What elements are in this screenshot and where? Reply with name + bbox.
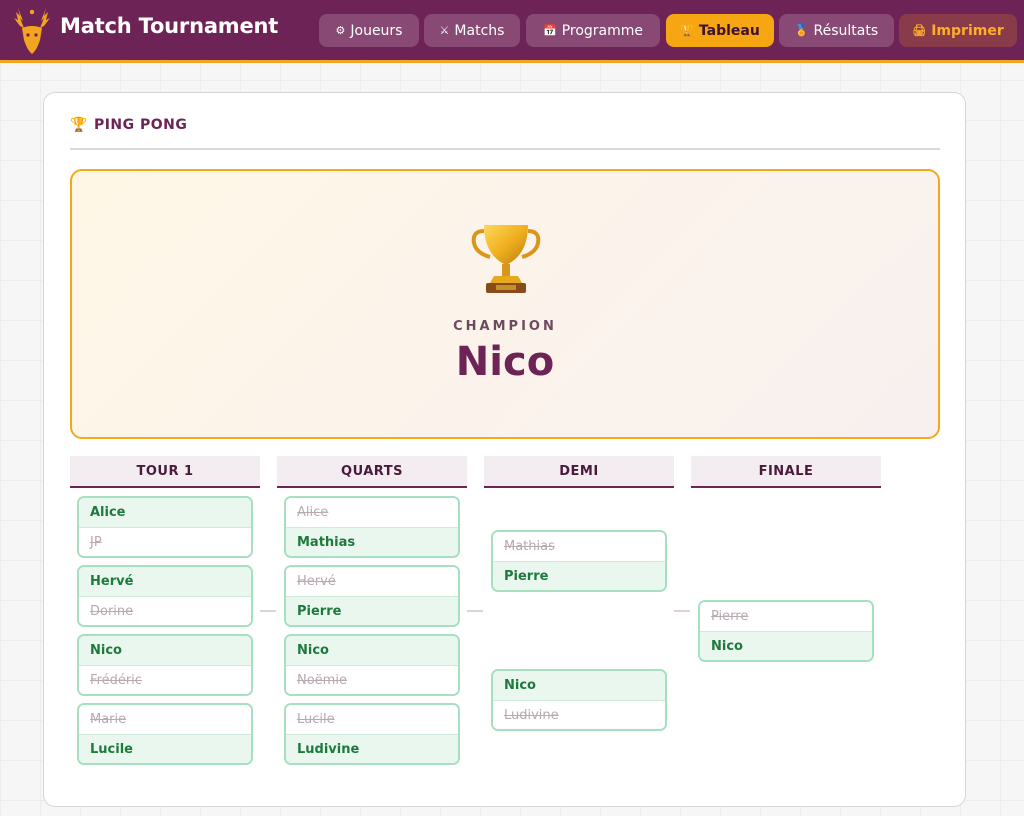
match-card: Pierre Nico [698,600,874,662]
player-slot: Lucile [79,734,251,763]
nav-label: Matchs [454,22,505,39]
match-card: Mathias Pierre [491,530,667,592]
app-title: Match Tournament [60,14,279,38]
player-slot: Lucile [286,705,458,734]
player-slot: Nico [493,671,665,700]
round-header-quarts: QUARTS [277,456,467,488]
round-header-demi: DEMI [484,456,674,488]
match-card: Nico Ludivine [491,669,667,731]
match-card: Marie Lucile [77,703,253,765]
nav-label: Résultats [813,22,879,39]
player-slot: Alice [79,498,251,527]
nav-matchs-button[interactable]: ⚔ Matchs [424,14,520,47]
deer-logo-icon [14,8,50,54]
nav-label: Programme [561,22,644,39]
trophy-icon: 🏆 [680,24,694,37]
nav-label: Imprimer [931,22,1004,39]
match-card: Lucile Ludivine [284,703,460,765]
bracket-connector [467,610,483,612]
player-slot: Hervé [79,567,251,596]
print-button[interactable]: 🖨 Imprimer [899,14,1017,47]
top-bar: Match Tournament ⚙ Joueurs ⚔ Matchs 📅 Pr… [0,0,1024,63]
trophy-icon [471,225,541,293]
player-slot: Mathias [286,527,458,556]
champion-label: CHAMPION [453,319,557,334]
player-slot: Ludivine [286,734,458,763]
nav-tableau-button[interactable]: 🏆 Tableau [666,14,774,47]
medal-icon: 🏅 [794,24,809,37]
match-card: Alice Mathias [284,496,460,558]
gear-icon: ⚙ [335,24,346,37]
player-slot: Dorine [79,596,251,625]
trophy-icon: 🏆 [70,117,88,133]
nav-resultats-button[interactable]: 🏅 Résultats [779,14,894,47]
nav-label: Tableau [698,22,760,39]
player-slot: Alice [286,498,458,527]
match-card: Alice JP [77,496,253,558]
swords-icon: ⚔ [439,24,450,37]
round-header-finale: FINALE [691,456,881,488]
player-slot: JP [79,527,251,556]
bracket-connector [260,610,276,612]
player-slot: Nico [286,636,458,665]
player-slot: Pierre [286,596,458,625]
player-slot: Nico [79,636,251,665]
match-card: Nico Frédéric [77,634,253,696]
player-slot: Noëmie [286,665,458,694]
champion-name: Nico [455,339,555,385]
nav-programme-button[interactable]: 📅 Programme [526,14,660,47]
printer-icon: 🖨 [912,24,927,37]
match-card: Hervé Dorine [77,565,253,627]
nav-joueurs-button[interactable]: ⚙ Joueurs [319,14,419,47]
divider [70,148,940,150]
nav-label: Joueurs [350,22,403,39]
round-header-tour-1: TOUR 1 [70,456,260,488]
bracket-connector [674,610,690,612]
player-slot: Mathias [493,532,665,561]
tournament-name: PING PONG [93,117,188,133]
player-slot: Pierre [493,561,665,590]
player-slot: Marie [79,705,251,734]
player-slot: Hervé [286,567,458,596]
champion-banner: CHAMPION Nico [70,169,940,439]
bracket-card: 🏆 PING PONG CHAMPION Nico TOUR 1 QUARTS [43,92,966,807]
player-slot: Ludivine [493,700,665,729]
player-slot: Nico [700,631,872,660]
player-slot: Pierre [700,602,872,631]
calendar-icon: 📅 [542,24,557,37]
player-slot: Frédéric [79,665,251,694]
tournament-heading: 🏆 PING PONG [70,117,187,133]
match-card: Nico Noëmie [284,634,460,696]
match-card: Hervé Pierre [284,565,460,627]
